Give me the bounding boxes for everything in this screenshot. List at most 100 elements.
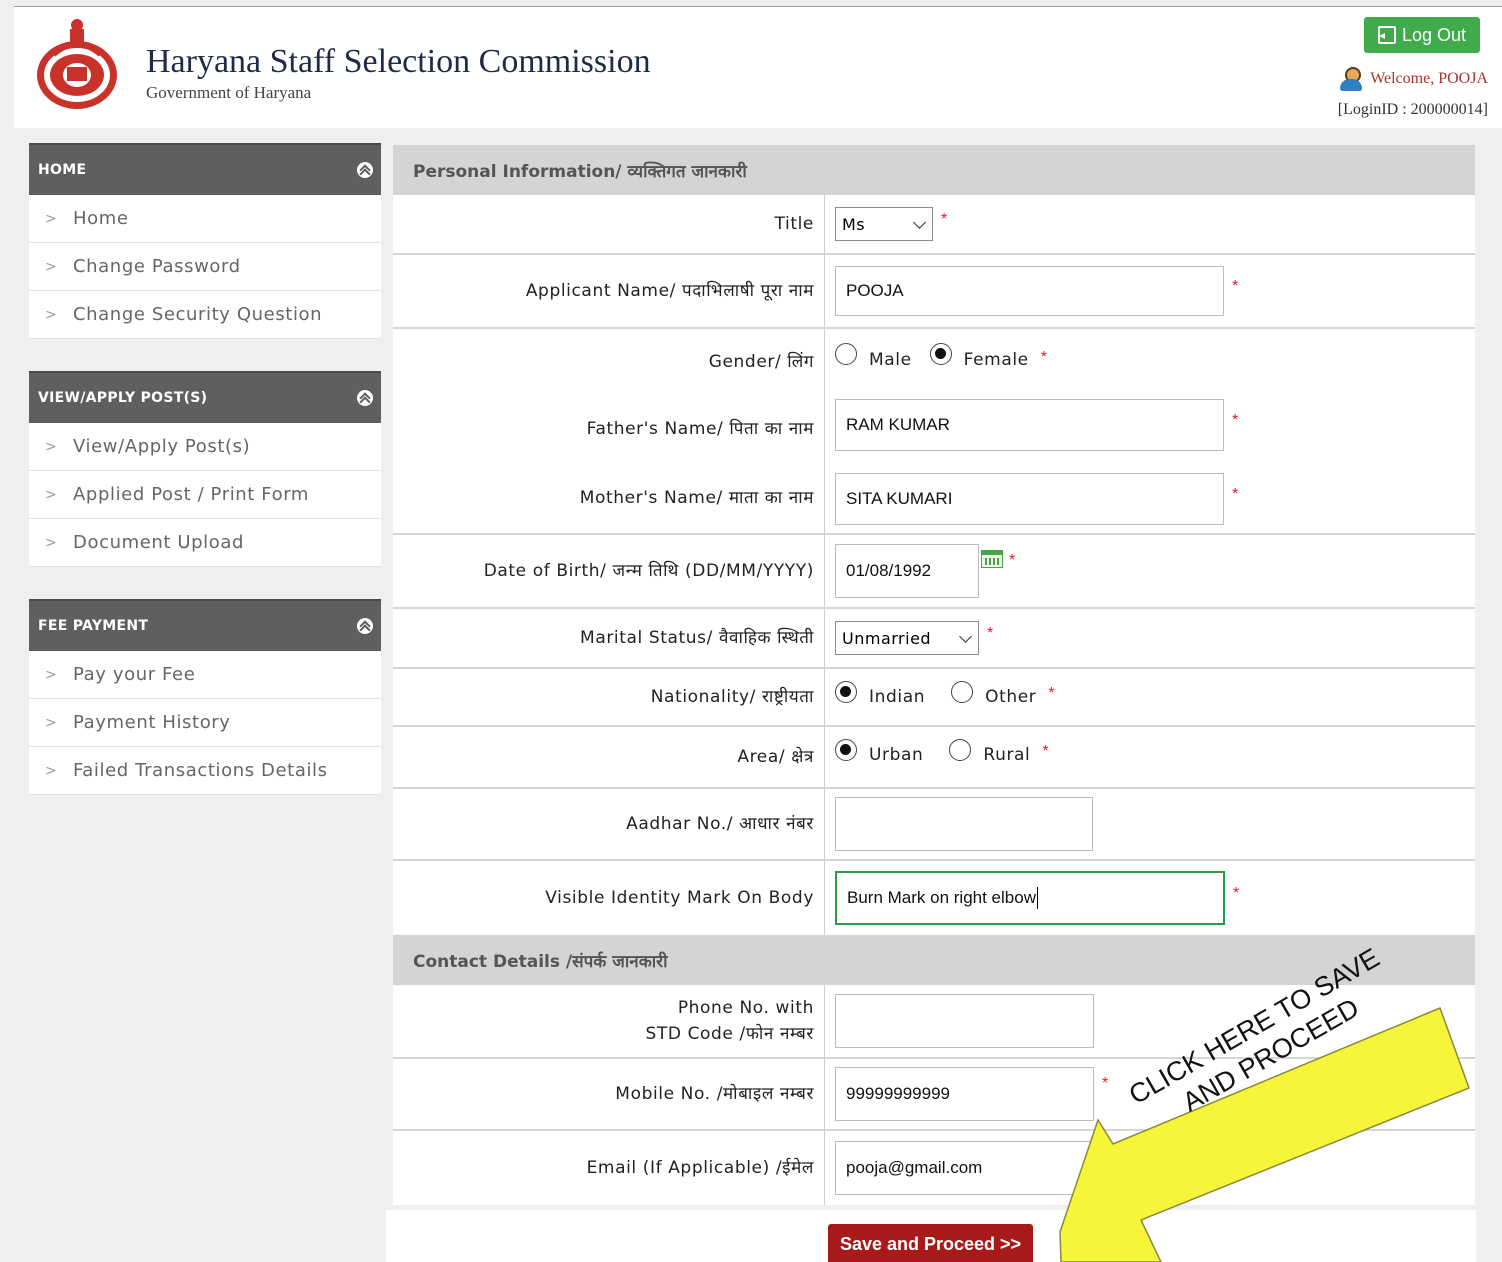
identity-mark-label: Visible Identity Mark On Body [393,861,825,935]
applicant-name-label: Applicant Name/ पदाभिलाषी पूरा नाम [393,255,825,327]
welcome-text: Welcome, POOJA [1370,70,1488,87]
sidebar-section-fee: FEE PAYMENT > Pay your Fee > Payment Histo… [29,599,381,795]
save-and-proceed-button[interactable]: Save and Proceed >> [828,1224,1033,1262]
required-marker: * [1042,743,1049,760]
user-icon [1340,67,1363,91]
gender-male-label: Male [869,350,912,370]
identity-mark-input[interactable]: Burn Mark on right elbow [835,871,1225,925]
marital-status-select[interactable]: Unmarried [835,621,979,655]
sidebar-item-change-password[interactable]: > Change Password [29,243,381,291]
phone-label: Phone No. with STD Code /फोन नम्बर [393,985,825,1057]
chevron-right-icon: > [45,486,58,503]
area-rural-radio[interactable] [949,739,972,761]
nationality-label: Nationality/ राष्ट्रीयता [393,669,825,725]
form-row-dob: Date of Birth/ जन्म तिथि (DD/MM/YYYY) 01… [393,535,1475,609]
form-group-family: Gender/ लिंग Father's Name/ पिता का नाम … [393,329,1475,535]
nationality-indian-radio[interactable] [835,681,857,703]
required-marker: * [941,211,948,228]
chevron-right-icon: > [45,210,58,227]
calendar-icon[interactable] [981,550,1003,568]
sidebar-item-payment-history[interactable]: > Payment History [29,699,381,747]
sidebar-item-view-apply-posts[interactable]: > View/Apply Post(s) [29,423,381,471]
sidebar-item-failed-transactions[interactable]: > Failed Transactions Details [29,747,381,795]
required-marker: * [1233,885,1240,902]
mobile-input[interactable]: 99999999999 [835,1067,1094,1121]
title-select[interactable]: Ms [835,207,933,241]
sidebar-item-change-security-question[interactable]: > Change Security Question [29,291,381,339]
chevron-right-icon: > [45,438,58,455]
gender-female-label: Female [963,350,1029,370]
site-header: Haryana Staff Selection Commission Gover… [14,6,1502,128]
login-id: [LoginID : 200000014] [1337,101,1488,118]
gender-label: Gender/ लिंग [708,352,814,372]
collapse-icon[interactable] [357,390,373,406]
sidebar-header-apply[interactable]: VIEW/APPLY POST(S) [29,371,381,423]
logout-button[interactable]: Log Out [1364,17,1480,53]
form-row-email: Email (If Applicable) /ईमेल pooja@gmail.… [393,1131,1475,1205]
form-row-identity-mark: Visible Identity Mark On Body Burn Mark … [393,861,1475,935]
required-marker: * [1009,552,1016,569]
gender-female-radio[interactable] [929,343,952,365]
chevron-right-icon: > [45,714,58,731]
required-marker: * [1232,412,1239,429]
sidebar-section-apply: VIEW/APPLY POST(S) > View/Apply Post(s) >… [29,371,381,567]
gender-radio-group: Male Female * [835,343,1047,370]
form-row-title: Title Ms * [393,195,1475,255]
mother-name-input[interactable]: SITA KUMARI [835,473,1224,525]
form-row-mobile: Mobile No. /मोबाइल नम्बर 99999999999 * [393,1059,1475,1131]
sidebar-item-pay-fee[interactable]: > Pay your Fee [29,651,381,699]
form-row-aadhar: Aadhar No./ आधार नंबर [393,789,1475,861]
logout-label: Log Out [1401,24,1467,45]
text-cursor [1036,887,1038,909]
area-urban-radio[interactable] [835,739,857,761]
sidebar-item-applied-post[interactable]: > Applied Post / Print Form [29,471,381,519]
dob-input[interactable]: 01/08/1992 [835,544,979,598]
nationality-indian-label: Indian [869,687,926,707]
sidebar-header-home[interactable]: HOME [29,143,381,195]
required-marker: * [1040,349,1047,366]
sidebar-item-document-upload[interactable]: > Document Upload [29,519,381,567]
sidebar-item-home[interactable]: > Home [29,195,381,243]
site-subtitle: Government of Haryana [146,83,312,102]
required-marker: * [1048,685,1055,702]
email-label: Email (If Applicable) /ईमेल [393,1131,825,1205]
applicant-name-input[interactable]: POOJA [835,266,1224,316]
area-rural-label: Rural [983,745,1031,765]
chevron-right-icon: > [45,534,58,551]
chevron-down-icon [959,630,972,643]
welcome-message: Welcome, POOJA [1340,67,1488,91]
form-row-applicant-name: Applicant Name/ पदाभिलाषी पूरा नाम POOJA… [393,255,1475,329]
mother-name-label: Mother's Name/ माता का नाम [579,488,814,508]
chevron-down-icon [913,216,926,229]
email-input[interactable]: pooja@gmail.com [835,1141,1094,1195]
title-label: Title [393,195,825,253]
nationality-other-label: Other [985,687,1037,707]
required-marker: * [1102,1075,1109,1092]
required-marker: * [1232,278,1239,295]
chevron-right-icon: > [45,306,58,323]
sidebar-section-home: HOME > Home > Change Password > Change Secu… [29,143,381,339]
aadhar-input[interactable] [835,797,1093,851]
haryana-emblem-icon [37,19,117,109]
site-title: Haryana Staff Selection Commission [146,43,651,80]
chevron-right-icon: > [45,762,58,779]
phone-input[interactable] [835,994,1094,1048]
gender-male-radio[interactable] [835,343,857,365]
chevron-right-icon: > [45,666,58,683]
sidebar-header-fee[interactable]: FEE PAYMENT [29,599,381,651]
area-label: Area/ क्षेत्र [393,727,825,787]
required-marker: * [1232,486,1239,503]
chevron-right-icon: > [45,258,58,275]
required-marker: * [987,625,994,642]
dob-label: Date of Birth/ जन्म तिथि (DD/MM/YYYY) [393,535,825,607]
aadhar-label: Aadhar No./ आधार नंबर [393,789,825,859]
collapse-icon[interactable] [357,618,373,634]
logout-icon [1377,26,1396,44]
collapse-icon[interactable] [357,162,373,178]
section-header-personal: Personal Information/ व्यक्तिगत जानकारी [393,145,1475,195]
form-row-nationality: Nationality/ राष्ट्रीयता Indian Other * [393,669,1475,727]
father-name-input[interactable]: RAM KUMAR [835,399,1224,451]
nationality-other-radio[interactable] [951,681,974,703]
mobile-label: Mobile No. /मोबाइल नम्बर [393,1059,825,1129]
form-row-marital-status: Marital Status/ वैवाहिक स्थिती Unmarried… [393,609,1475,669]
